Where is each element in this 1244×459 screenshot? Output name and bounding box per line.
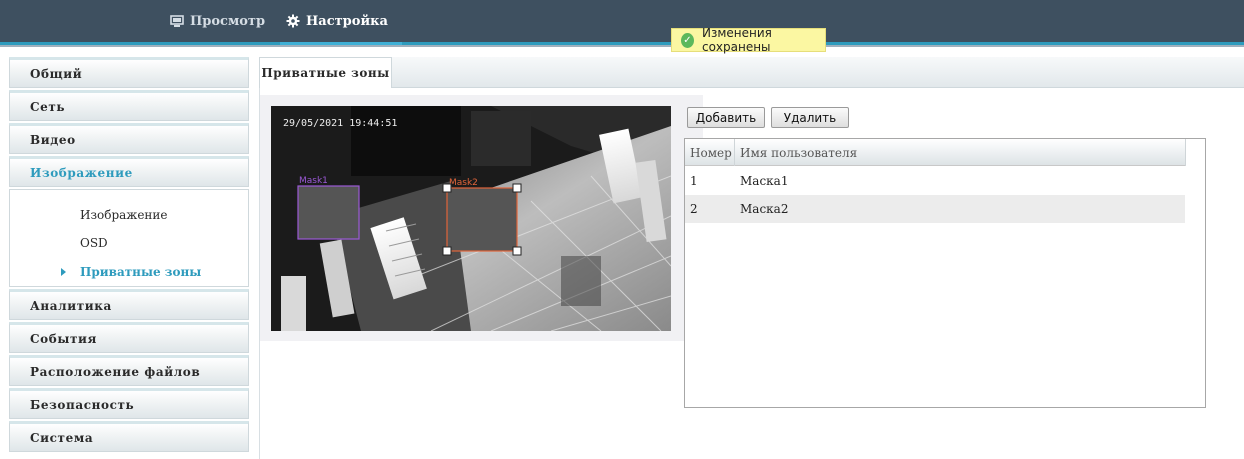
resize-handle[interactable]	[512, 246, 522, 256]
check-circle-icon: ✓	[681, 32, 694, 48]
column-divider	[734, 139, 735, 166]
resize-handle[interactable]	[442, 246, 452, 256]
sidebar-item-general[interactable]: Общий	[9, 57, 249, 88]
column-divider	[1185, 139, 1186, 166]
saved-notification: ✓ Изменения сохранены	[671, 26, 826, 54]
active-arrow-icon	[61, 268, 66, 276]
mask-table: Номер Имя пользователя 1 Маска1 2 Маска2	[684, 138, 1206, 408]
tab-label: Приватные зоны	[261, 66, 390, 80]
sidebar-item-label: Сеть	[30, 99, 66, 114]
row-name: Маска1	[740, 174, 789, 188]
sidebar-item-security[interactable]: Безопасность	[9, 388, 249, 419]
mask2-label: Mask2	[449, 178, 478, 188]
nav-tab-settings-label: Настройка	[306, 13, 388, 29]
sidebar-item-label: Общий	[30, 66, 83, 81]
sidebar-item-label: Изображение	[30, 165, 133, 180]
nav-tab-preview[interactable]: Просмотр	[170, 0, 265, 42]
sidebar-item-analytics[interactable]: Аналитика	[9, 289, 249, 320]
table-row[interactable]: 2 Маска2	[685, 195, 1185, 223]
sidebar-item-label: Видео	[30, 132, 76, 147]
add-button[interactable]: Добавить	[687, 107, 765, 128]
sidebar-item-file-location[interactable]: Расположение файлов	[9, 355, 249, 386]
nav-tab-settings[interactable]: Настройка	[280, 0, 402, 45]
tab-privacy-zones[interactable]: Приватные зоны	[259, 57, 392, 88]
mask1-zone[interactable]: Mask1	[297, 176, 360, 240]
row-number: 1	[690, 174, 698, 188]
mask2-zone[interactable]: Mask2	[442, 178, 522, 256]
column-header-number[interactable]: Номер	[690, 146, 732, 160]
mask1-label: Mask1	[299, 176, 328, 186]
sidebar-item-label: Аналитика	[30, 298, 112, 313]
resize-handle[interactable]	[442, 183, 452, 193]
sidebar-item-system[interactable]: Система	[9, 421, 249, 452]
submenu-item-osd[interactable]: OSD	[80, 236, 108, 250]
sidebar-item-label: События	[30, 331, 97, 346]
delete-button[interactable]: Удалить	[771, 107, 849, 128]
row-number: 2	[690, 202, 698, 216]
top-bar-divider	[0, 45, 1244, 47]
sidebar-submenu-image: Изображение OSD Приватные зоны	[9, 189, 249, 287]
preview-timestamp: 29/05/2021 19:44:51	[283, 118, 397, 129]
table-row[interactable]: 1 Маска1	[685, 167, 1185, 195]
column-header-username[interactable]: Имя пользователя	[740, 146, 857, 160]
submenu-item-image[interactable]: Изображение	[80, 208, 168, 222]
sidebar-item-label: Система	[30, 430, 94, 445]
saved-notification-text: Изменения сохранены	[701, 26, 772, 54]
table-header: Номер Имя пользователя	[685, 139, 1186, 166]
nav-tab-preview-label: Просмотр	[190, 13, 266, 29]
settings-sidebar: Общий Сеть Видео Изображение Изображение…	[9, 57, 249, 454]
submenu-item-privacy-zones[interactable]: Приватные зоны	[80, 265, 201, 279]
sidebar-item-label: Расположение файлов	[30, 364, 201, 379]
sidebar-item-video[interactable]: Видео	[9, 123, 249, 154]
gear-icon	[286, 14, 300, 28]
monitor-icon	[170, 14, 184, 28]
content-tab-strip	[259, 57, 1244, 88]
camera-preview[interactable]: 29/05/2021 19:44:51 Mask1 Mask2	[271, 106, 671, 331]
sidebar-item-label: Безопасность	[30, 397, 135, 412]
row-name: Маска2	[740, 202, 789, 216]
sidebar-item-image[interactable]: Изображение	[9, 156, 249, 187]
sidebar-item-network[interactable]: Сеть	[9, 90, 249, 121]
resize-handle[interactable]	[512, 183, 522, 193]
sidebar-item-events[interactable]: События	[9, 322, 249, 353]
